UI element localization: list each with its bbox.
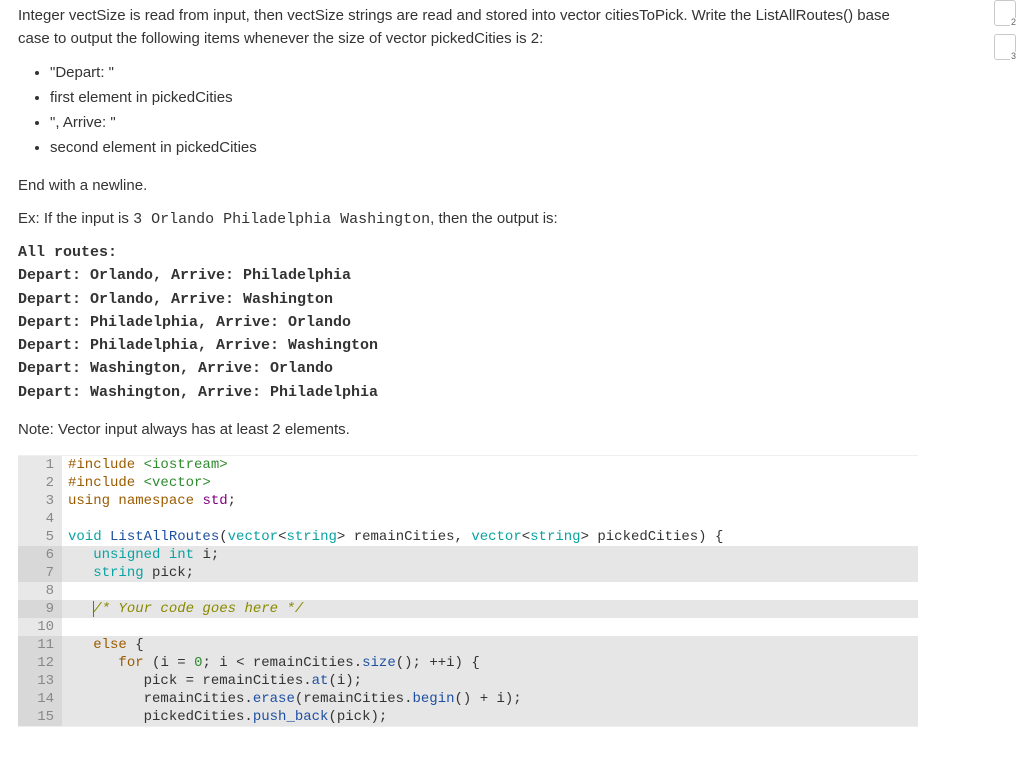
code-text[interactable]: remainCities.erase(remainCities.begin() … [62, 690, 918, 708]
code-line[interactable]: 7 string pick; [18, 564, 918, 582]
line-number: 6 [18, 546, 62, 564]
code-text[interactable]: using namespace std; [62, 492, 918, 510]
line-number: 15 [18, 708, 62, 726]
code-line[interactable]: 14 remainCities.erase(remainCities.begin… [18, 690, 918, 708]
feedback-button[interactable]: 3 [994, 34, 1016, 60]
list-item: "Depart: " [50, 61, 918, 84]
code-text[interactable]: #include <iostream> [62, 456, 918, 474]
feedback-button[interactable]: 2 [994, 0, 1016, 26]
code-line[interactable]: 15 pickedCities.push_back(pick); [18, 708, 918, 726]
example-pre: Ex: If the input is [18, 210, 133, 227]
code-text[interactable] [62, 618, 918, 636]
prompt-endline: End with a newline. [18, 174, 918, 197]
code-text[interactable]: string pick; [62, 564, 918, 582]
line-number: 14 [18, 690, 62, 708]
code-text[interactable]: for (i = 0; i < remainCities.size(); ++i… [62, 654, 918, 672]
code-editor[interactable]: 1#include <iostream>2#include <vector>3u… [18, 455, 918, 727]
list-item: first element in pickedCities [50, 86, 918, 109]
code-line[interactable]: 4 [18, 510, 918, 528]
code-line[interactable]: 13 pick = remainCities.at(i); [18, 672, 918, 690]
code-line[interactable]: 9 /* Your code goes here */ [18, 600, 918, 618]
list-item: ", Arrive: " [50, 111, 918, 134]
code-line[interactable]: 12 for (i = 0; i < remainCities.size(); … [18, 654, 918, 672]
code-text[interactable]: pickedCities.push_back(pick); [62, 708, 918, 726]
code-line[interactable]: 1#include <iostream> [18, 456, 918, 474]
code-line[interactable]: 5void ListAllRoutes(vector<string> remai… [18, 528, 918, 546]
line-number: 11 [18, 636, 62, 654]
code-line[interactable]: 11 else { [18, 636, 918, 654]
list-item: second element in pickedCities [50, 136, 918, 159]
line-number: 12 [18, 654, 62, 672]
feedback-count: 3 [1010, 52, 1017, 61]
code-line[interactable]: 8 [18, 582, 918, 600]
line-number: 3 [18, 492, 62, 510]
example-line: Ex: If the input is 3 Orlando Philadelph… [18, 207, 918, 231]
line-number: 10 [18, 618, 62, 636]
prompt-note: Note: Vector input always has at least 2… [18, 418, 918, 441]
line-number: 1 [18, 456, 62, 474]
code-text[interactable] [62, 582, 918, 600]
code-text[interactable] [62, 510, 918, 528]
expected-output: All routes: Depart: Orlando, Arrive: Phi… [18, 241, 918, 404]
code-text[interactable]: unsigned int i; [62, 546, 918, 564]
line-number: 4 [18, 510, 62, 528]
line-number: 2 [18, 474, 62, 492]
feedback-sidebar: 2 3 [994, 0, 1018, 68]
question-content: Integer vectSize is read from input, the… [0, 0, 936, 727]
line-number: 8 [18, 582, 62, 600]
code-text[interactable]: /* Your code goes here */ [62, 600, 918, 618]
line-number: 7 [18, 564, 62, 582]
code-text[interactable]: #include <vector> [62, 474, 918, 492]
code-text[interactable]: void ListAllRoutes(vector<string> remain… [62, 528, 918, 546]
code-line[interactable]: 6 unsigned int i; [18, 546, 918, 564]
code-text[interactable]: pick = remainCities.at(i); [62, 672, 918, 690]
prompt-intro: Integer vectSize is read from input, the… [18, 4, 918, 51]
code-text[interactable]: else { [62, 636, 918, 654]
code-line[interactable]: 2#include <vector> [18, 474, 918, 492]
prompt-bullets: "Depart: " first element in pickedCities… [26, 61, 918, 160]
line-number: 5 [18, 528, 62, 546]
line-number: 13 [18, 672, 62, 690]
line-number: 9 [18, 600, 62, 618]
code-line[interactable]: 10 [18, 618, 918, 636]
feedback-count: 2 [1010, 18, 1017, 27]
example-post: , then the output is: [430, 210, 558, 227]
example-input: 3 Orlando Philadelphia Washington [133, 211, 430, 228]
page: 2 3 Integer vectSize is read from input,… [0, 0, 1024, 760]
code-line[interactable]: 3using namespace std; [18, 492, 918, 510]
